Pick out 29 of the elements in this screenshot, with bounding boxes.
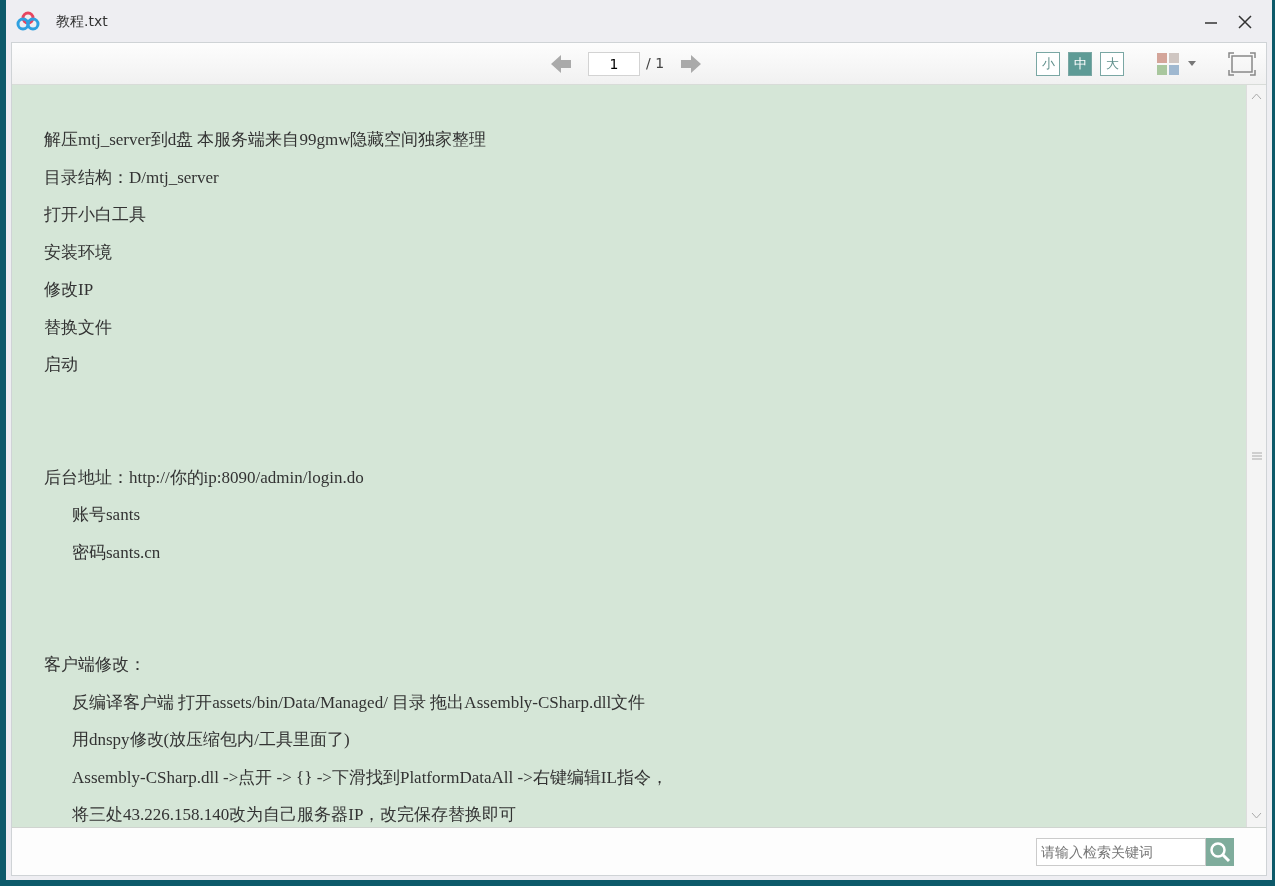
text-line: 密码sants.cn (72, 542, 161, 562)
text-line: 客户端修改： (44, 655, 146, 674)
fullscreen-icon[interactable] (1228, 51, 1256, 76)
text-line: 启动 (44, 355, 78, 374)
text-line: 修改IP (44, 280, 94, 299)
window-title: 教程.txt (56, 11, 108, 31)
layout-grid-icon[interactable] (1156, 51, 1180, 76)
close-icon[interactable] (1238, 15, 1252, 29)
text-line: 反编译客户端 打开assets/bin/Data/Managed/ 目录 拖出Assembly-CSharp.dll文件 (72, 692, 646, 712)
scrollbar[interactable] (1246, 85, 1266, 827)
text-line: 解压mtj_server到d盘 本服务端来自99gmw隐藏空间独家整理 (44, 130, 487, 149)
page-number-field[interactable]: 1 (588, 51, 640, 76)
text-line: 将三处43.226.158.140改为自己服务器IP，改完保存替换即可 (72, 805, 517, 824)
text-line: 替换文件 (44, 317, 112, 337)
text-line: 账号sants (72, 505, 140, 524)
text-line: 目录结构：D/mtj_server (44, 167, 219, 187)
text-line: 安装环境 (44, 242, 112, 262)
page-total: / 1 (646, 54, 665, 73)
font-size-button[interactable]: 大 (1100, 51, 1124, 76)
app-logo-icon (16, 11, 40, 31)
text-line: Assembly-CSharp.dll ->点开 -> {} ->下滑找到PlatformDataAll ->右键编辑IL指令， (72, 767, 668, 787)
text-line: 后台地址：http://你的ip:8090/admin/login.do (44, 467, 364, 487)
grip-icon[interactable] (1251, 452, 1262, 460)
search-field[interactable]: 请输入检索关键词 (1036, 837, 1206, 866)
text-line: 用dnspy修改(放压缩包内/工具里面了) (72, 730, 350, 749)
font-size-button[interactable]: 小 (1036, 51, 1060, 76)
search-button[interactable] (1206, 837, 1234, 866)
font-size-button[interactable]: 中 (1068, 51, 1092, 76)
text-line: 打开小白工具 (44, 205, 146, 224)
